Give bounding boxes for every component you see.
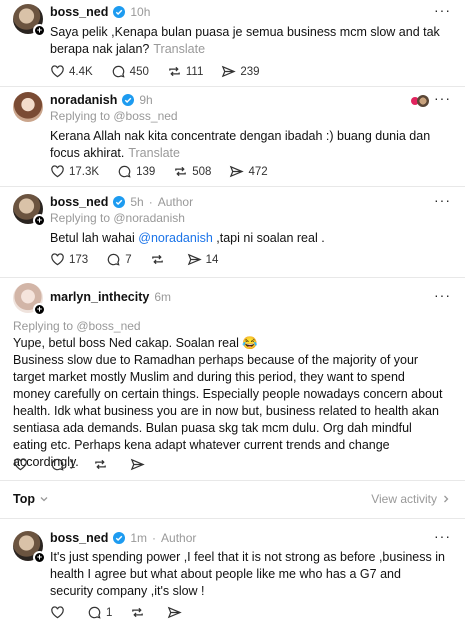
chevron-down-icon	[40, 497, 48, 502]
post-text: It's just spending power ,I feel that it…	[50, 550, 445, 598]
follow-plus-icon[interactable]: +	[33, 303, 46, 316]
replying-to[interactable]: Replying to @boss_ned	[13, 319, 141, 333]
reply-button[interactable]: 450	[111, 64, 149, 79]
repost-icon	[95, 459, 107, 470]
share-button[interactable]	[167, 605, 186, 620]
send-icon	[168, 606, 183, 619]
post-3[interactable]: + boss_ned 5h · Author ··· Replying to @…	[0, 187, 465, 272]
avatar[interactable]: +	[13, 283, 46, 316]
like-button[interactable]: 4.4K	[50, 64, 93, 79]
post-text: Kerana Allah nak kita concentrate dengan…	[50, 129, 431, 160]
reply-button[interactable]: 139	[117, 164, 155, 179]
author-tag: Author	[161, 531, 197, 545]
author-separator: ·	[152, 531, 157, 545]
share-button[interactable]: 239	[221, 64, 260, 79]
divider	[0, 480, 465, 481]
chevron-right-icon	[444, 495, 449, 503]
post-4[interactable]: + marlyn_inthecity 6m ··· Replying to @b…	[0, 278, 465, 478]
like-button[interactable]	[13, 457, 32, 472]
reply-button[interactable]: 1	[50, 457, 75, 472]
send-icon	[222, 65, 237, 78]
translate-link[interactable]: Translate	[153, 42, 205, 56]
like-button[interactable]: 173	[50, 252, 88, 267]
more-options-icon[interactable]: ···	[434, 90, 451, 106]
author-name[interactable]: boss_ned	[50, 5, 108, 19]
replying-to[interactable]: Replying to @boss_ned	[50, 109, 178, 123]
follow-plus-icon[interactable]: +	[33, 24, 46, 37]
reply-button[interactable]: 7	[106, 252, 132, 267]
translate-link[interactable]: Translate	[128, 146, 180, 160]
repost-icon	[175, 166, 187, 177]
avatar[interactable]: +	[13, 194, 46, 227]
share-button[interactable]	[130, 457, 149, 472]
repost-icon	[169, 66, 180, 77]
post-text-body: Business slow due to Ramadhan perhaps be…	[13, 353, 443, 469]
post-text: Saya pelik ,Kenapa bulan puasa je semua …	[50, 25, 440, 56]
verified-badge-icon	[113, 532, 126, 544]
comment-icon	[88, 606, 101, 619]
comment-icon	[107, 253, 120, 266]
mention-link[interactable]: @noradanish	[138, 231, 213, 245]
sort-dropdown[interactable]: Top	[13, 492, 49, 506]
author-separator: ·	[148, 195, 153, 209]
heart-icon	[51, 65, 64, 78]
post-time: 1m	[130, 531, 148, 545]
more-options-icon[interactable]: ···	[434, 287, 451, 303]
share-button[interactable]: 472	[229, 164, 268, 179]
repost-button[interactable]	[130, 605, 149, 620]
repost-button[interactable]	[93, 457, 112, 472]
reply-button[interactable]: 1	[87, 605, 112, 620]
reaction-avatars	[411, 95, 429, 107]
post-time: 5h	[130, 195, 144, 209]
send-icon	[187, 253, 202, 266]
author-name[interactable]: boss_ned	[50, 195, 108, 209]
replying-to[interactable]: Replying to @noradanish	[50, 211, 185, 225]
send-icon	[230, 165, 245, 178]
post-1[interactable]: + boss_ned 10h ··· Saya pelik ,Kenapa bu…	[0, 0, 465, 88]
author-name[interactable]: marlyn_inthecity	[50, 290, 149, 304]
post-2[interactable]: noradanish 9h ··· Replying to @boss_ned …	[0, 87, 465, 187]
avatar[interactable]	[13, 92, 43, 122]
more-options-icon[interactable]: ···	[434, 192, 451, 208]
repost-button[interactable]: 111	[167, 64, 203, 79]
like-button[interactable]: 17.3K	[50, 164, 99, 179]
avatar[interactable]: +	[13, 531, 46, 564]
post-text-line1: Yupe, betul boss Ned cakap. Soalan real …	[13, 336, 258, 350]
divider	[0, 518, 465, 519]
post-time: 9h	[139, 93, 153, 107]
heart-icon	[51, 253, 64, 266]
verified-badge-icon	[113, 196, 126, 208]
repost-icon	[132, 607, 144, 618]
sort-row: Top View activity	[13, 492, 451, 506]
author-tag: Author	[157, 195, 194, 209]
send-icon	[131, 458, 146, 471]
heart-icon	[51, 606, 64, 619]
post-time: 6m	[154, 290, 172, 304]
repost-icon	[151, 254, 163, 265]
post-5[interactable]: + boss_ned 1m · Author ··· It's just spe…	[0, 525, 465, 631]
author-name[interactable]: boss_ned	[50, 531, 108, 545]
verified-badge-icon	[113, 6, 126, 18]
author-name[interactable]: noradanish	[50, 93, 117, 107]
repost-button[interactable]: 508	[173, 164, 211, 179]
comment-icon	[112, 65, 125, 78]
comment-icon	[51, 458, 64, 471]
more-options-icon[interactable]: ···	[434, 2, 451, 18]
post-text: Betul lah wahai @noradanish ,tapi ni soa…	[50, 231, 325, 245]
comment-icon	[118, 165, 131, 178]
avatar[interactable]: +	[13, 4, 46, 37]
follow-plus-icon[interactable]: +	[33, 214, 46, 227]
post-text: Yupe, betul boss Ned cakap. Soalan real …	[13, 335, 445, 471]
heart-icon	[51, 165, 64, 178]
verified-badge-icon	[122, 94, 135, 106]
follow-plus-icon[interactable]: +	[33, 551, 46, 564]
repost-button[interactable]	[150, 252, 169, 267]
reactor-avatar	[417, 95, 429, 107]
post-time: 10h	[130, 5, 151, 19]
share-button[interactable]: 14	[187, 252, 218, 267]
heart-icon	[14, 458, 27, 471]
like-button[interactable]	[50, 605, 69, 620]
more-options-icon[interactable]: ···	[434, 528, 451, 544]
view-activity-link[interactable]: View activity	[371, 492, 451, 506]
